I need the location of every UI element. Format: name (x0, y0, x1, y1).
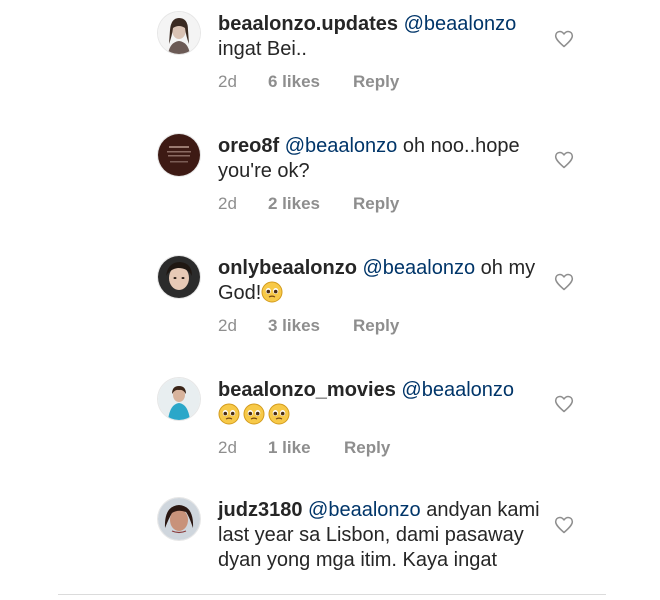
comment-likes[interactable]: 1 like (268, 438, 311, 458)
heart-outline-icon[interactable] (554, 272, 574, 292)
comment-body: oreo8f @beaalonzo oh noo..hope you're ok… (218, 134, 548, 184)
comment-username[interactable]: judz3180 (218, 499, 302, 521)
reply-button[interactable]: Reply (353, 194, 399, 214)
heart-outline-icon[interactable] (554, 29, 574, 49)
comment-mention[interactable]: @beaalonzo (362, 257, 475, 279)
comment-mention[interactable]: @beaalonzo (404, 13, 517, 35)
pleading-face-emoji (268, 403, 290, 425)
reply-button[interactable]: Reply (353, 316, 399, 336)
heart-outline-icon[interactable] (554, 515, 574, 535)
reply-button[interactable]: Reply (353, 72, 399, 92)
comment-username[interactable]: onlybeaalonzo (218, 257, 357, 279)
avatar[interactable] (158, 378, 200, 420)
pleading-face-emoji (243, 403, 265, 425)
avatar[interactable] (158, 134, 200, 176)
divider (58, 594, 606, 595)
comment-username[interactable]: oreo8f (218, 135, 279, 157)
comment-time[interactable]: 2d (218, 72, 237, 92)
pleading-face-emoji (218, 403, 240, 425)
reply-button[interactable]: Reply (344, 438, 390, 458)
comment-body: onlybeaalonzo @beaalonzo oh my God! (218, 256, 548, 306)
heart-outline-icon[interactable] (554, 394, 574, 414)
comment-username[interactable]: beaalonzo.updates (218, 13, 398, 35)
comment-likes[interactable]: 3 likes (268, 316, 320, 336)
comment-mention[interactable]: @beaalonzo (308, 499, 421, 521)
comment-time[interactable]: 2d (218, 194, 237, 214)
comment-username[interactable]: beaalonzo_movies (218, 379, 396, 401)
avatar[interactable] (158, 256, 200, 298)
avatar[interactable] (158, 498, 200, 540)
comment-time[interactable]: 2d (218, 316, 237, 336)
comment-likes[interactable]: 2 likes (268, 194, 320, 214)
comment-body: beaalonzo.updates @beaalonzo ingat Bei.. (218, 12, 548, 62)
comment-mention[interactable]: @beaalonzo (401, 379, 514, 401)
comment-mention[interactable]: @beaalonzo (285, 135, 398, 157)
comment-text: ingat Bei.. (218, 38, 307, 60)
pleading-face-emoji (261, 281, 283, 303)
heart-outline-icon[interactable] (554, 150, 574, 170)
comment-body: beaalonzo_movies @beaalonzo (218, 378, 548, 428)
comment-body: judz3180 @beaalonzo andyan kami last yea… (218, 498, 548, 573)
comment-likes[interactable]: 6 likes (268, 72, 320, 92)
avatar[interactable] (158, 12, 200, 54)
comment-time[interactable]: 2d (218, 438, 237, 458)
